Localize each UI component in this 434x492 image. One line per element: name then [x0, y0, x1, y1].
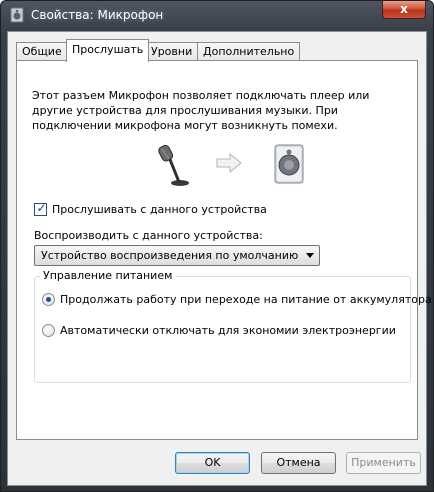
- tab-advanced[interactable]: Дополнительно: [197, 42, 301, 61]
- title-bar[interactable]: Свойства: Микрофон x: [1, 1, 433, 31]
- power-management-legend: Управление питанием: [40, 269, 176, 282]
- playback-device-select[interactable]: Устройство воспроизведения по умолчанию: [34, 245, 320, 266]
- cancel-button[interactable]: Отмена: [261, 452, 336, 474]
- power-option-continue[interactable]: Продолжать работу при переходе на питани…: [42, 291, 432, 307]
- power-option-continue-label: Продолжать работу при переходе на питани…: [60, 292, 432, 306]
- device-illustration: [17, 141, 417, 187]
- arrow-right-icon: [215, 152, 243, 176]
- playback-device-label: Воспроизводить с данного устройства:: [34, 229, 263, 242]
- speaker-icon: [9, 7, 25, 23]
- close-button[interactable]: x: [382, 1, 426, 19]
- tab-general[interactable]: Общие: [16, 42, 68, 61]
- window-title: Свойства: Микрофон: [31, 8, 164, 22]
- listen-checkbox[interactable]: ✓: [34, 200, 47, 216]
- radio-selected-dot: [46, 296, 51, 302]
- listen-checkbox-row[interactable]: ✓ Прослушивать с данного устройства: [34, 201, 267, 217]
- description-text: Этот разъем Микрофон позволяет подключат…: [32, 89, 370, 132]
- tab-panel-listen: Этот разъем Микрофон позволяет подключат…: [16, 60, 432, 440]
- chevron-down-icon: [306, 253, 314, 258]
- radio-auto-off[interactable]: [42, 323, 55, 337]
- power-management-group: Управление питанием Продолжать работу пр…: [34, 269, 432, 383]
- listen-checkbox-label: Прослушивать с данного устройства: [52, 202, 267, 216]
- tab-listen[interactable]: Прослушать: [66, 39, 150, 62]
- dialog-client-area: Общие Прослушать Уровни Дополнительно Эт…: [7, 31, 432, 486]
- properties-window: Свойства: Микрофон x Общие Прослушать Ур…: [0, 0, 434, 492]
- checkmark-icon: ✓: [36, 200, 47, 215]
- power-option-auto-off-label: Автоматически отключать для экономии эле…: [60, 323, 396, 337]
- playback-device-value: Устройство воспроизведения по умолчанию: [41, 249, 299, 262]
- power-option-auto-off[interactable]: Автоматически отключать для экономии эле…: [42, 322, 396, 338]
- tab-levels[interactable]: Уровни: [145, 42, 199, 61]
- radio-continue[interactable]: [42, 292, 55, 306]
- apply-button[interactable]: Применить: [346, 452, 421, 474]
- microphone-icon: [154, 143, 194, 190]
- ok-button[interactable]: OK: [175, 452, 250, 474]
- speaker-device-icon: [272, 143, 306, 188]
